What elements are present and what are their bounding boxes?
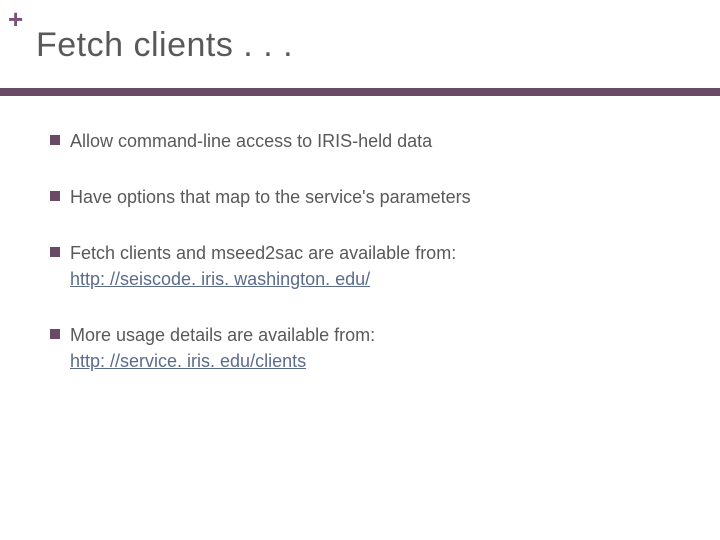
list-item: More usage details are available from: h…: [50, 322, 650, 374]
bullet-text: Allow command-line access to IRIS-held d…: [70, 128, 650, 154]
list-item: Fetch clients and mseed2sac are availabl…: [50, 240, 650, 292]
bullet-body: Have options that map to the service's p…: [70, 187, 471, 207]
list-item: Have options that map to the service's p…: [50, 184, 650, 210]
bullet-list: Allow command-line access to IRIS-held d…: [50, 128, 650, 405]
bullet-text: Fetch clients and mseed2sac are availabl…: [70, 240, 650, 292]
link-service-iris[interactable]: http: //service. iris. edu/clients: [70, 351, 306, 371]
link-seiscode[interactable]: http: //seiscode. iris. washington. edu/: [70, 269, 370, 289]
bullet-body: Fetch clients and mseed2sac are availabl…: [70, 243, 456, 263]
list-item: Allow command-line access to IRIS-held d…: [50, 128, 650, 154]
title-divider: [0, 88, 720, 96]
plus-icon: +: [8, 6, 23, 32]
bullet-text: More usage details are available from: h…: [70, 322, 650, 374]
page-title: Fetch clients . . .: [36, 26, 293, 65]
bullet-text: Have options that map to the service's p…: [70, 184, 650, 210]
bullet-icon: [50, 329, 60, 339]
bullet-body: Allow command-line access to IRIS-held d…: [70, 131, 432, 151]
bullet-icon: [50, 135, 60, 145]
bullet-icon: [50, 247, 60, 257]
bullet-icon: [50, 191, 60, 201]
bullet-body: More usage details are available from:: [70, 325, 375, 345]
